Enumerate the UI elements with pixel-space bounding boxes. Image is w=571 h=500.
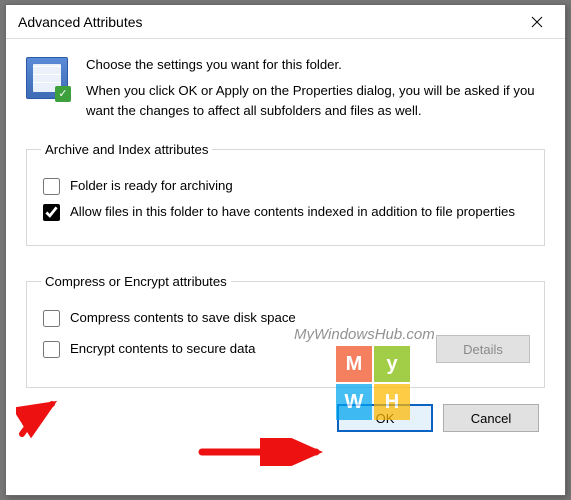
intro-text: Choose the settings you want for this fo… [86,55,545,120]
label-encrypt-contents: Encrypt contents to secure data [70,340,255,358]
checkbox-folder-ready-archiving[interactable] [43,178,60,195]
row-allow-indexing: Allow files in this folder to have conte… [41,203,530,221]
row-compress: Compress contents to save disk space [41,309,530,327]
group-compress-encrypt: Compress or Encrypt attributes Compress … [26,274,545,388]
checkbox-encrypt-contents[interactable] [43,341,60,358]
label-folder-ready-archiving: Folder is ready for archiving [70,177,233,195]
intro-line-2: When you click OK or Apply on the Proper… [86,81,545,121]
intro-block: Choose the settings you want for this fo… [26,55,545,120]
row-archive-ready: Folder is ready for archiving [41,177,530,195]
details-button: Details [436,335,530,363]
group-archive-legend: Archive and Index attributes [41,142,212,157]
dialog-content: Choose the settings you want for this fo… [6,39,565,446]
group-compress-legend: Compress or Encrypt attributes [41,274,231,289]
close-icon [531,16,543,28]
window-title: Advanced Attributes [18,14,515,30]
attributes-icon [26,57,68,99]
title-bar: Advanced Attributes [6,5,565,39]
dialog-button-row: OK Cancel [26,404,545,432]
cancel-button[interactable]: Cancel [443,404,539,432]
group-archive-index: Archive and Index attributes Folder is r… [26,142,545,246]
row-encrypt: Encrypt contents to secure data Details [41,335,530,363]
intro-line-1: Choose the settings you want for this fo… [86,55,545,75]
close-button[interactable] [515,7,559,37]
ok-button[interactable]: OK [337,404,433,432]
label-allow-indexing: Allow files in this folder to have conte… [70,203,515,221]
label-compress-contents: Compress contents to save disk space [70,309,296,327]
dialog-window: Advanced Attributes Choose the settings … [5,4,566,496]
checkbox-compress-contents[interactable] [43,310,60,327]
checkbox-allow-indexing[interactable] [43,204,60,221]
